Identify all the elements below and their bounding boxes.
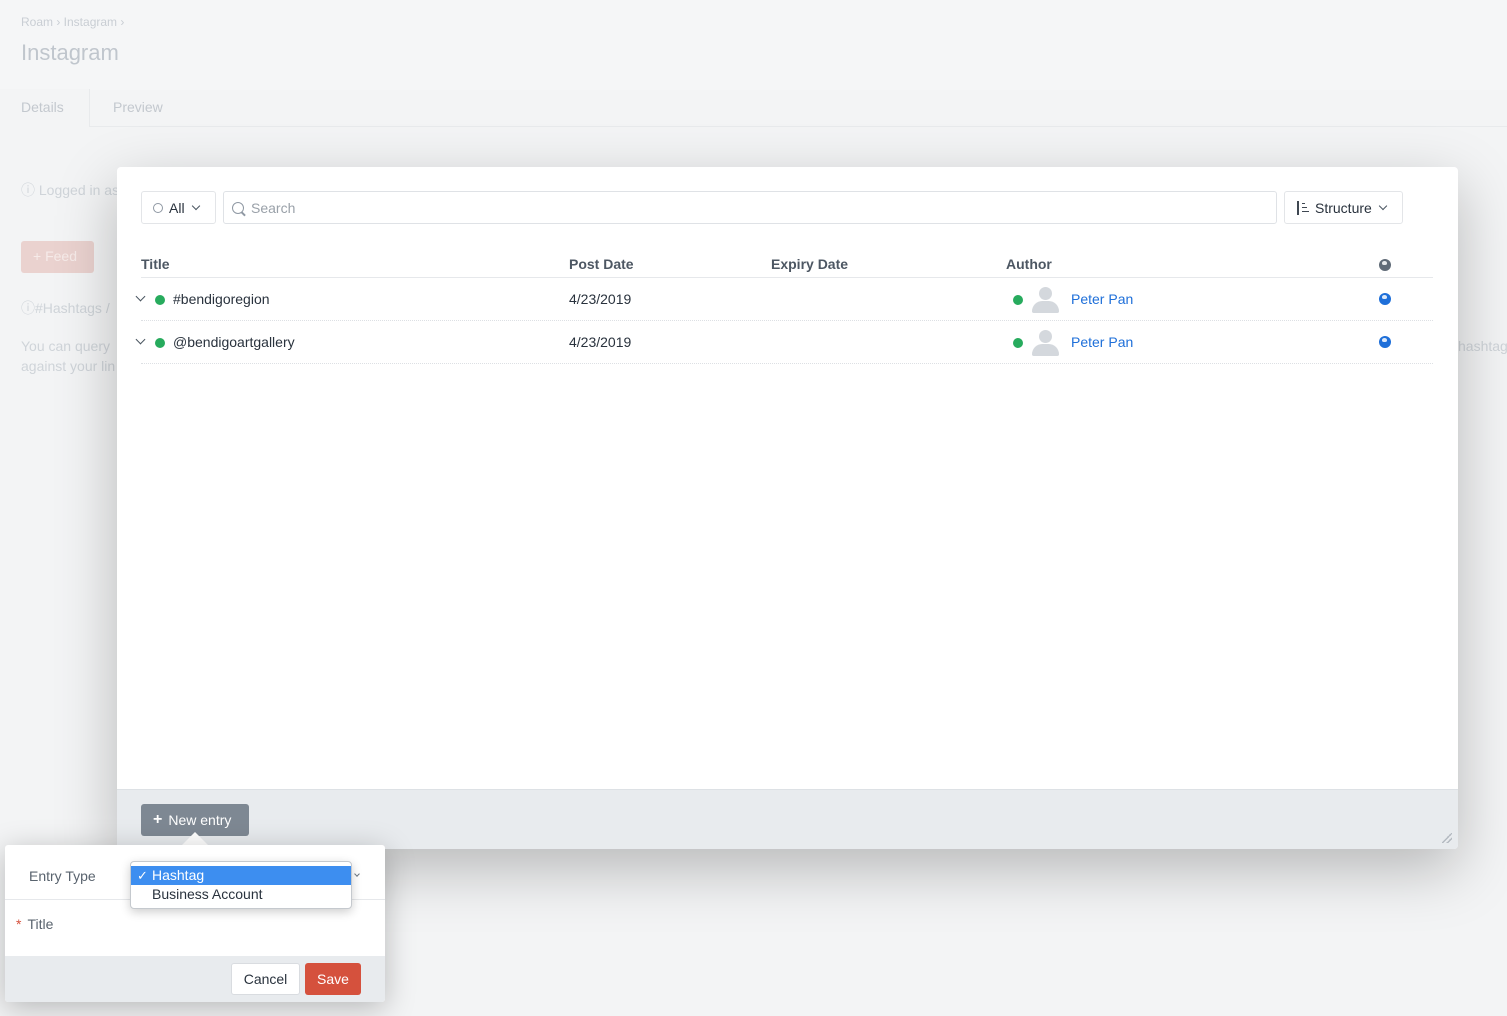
info-text-right: hashtag xyxy=(1458,338,1507,354)
sort-structure-button[interactable]: Structure xyxy=(1284,191,1403,224)
save-button[interactable]: Save xyxy=(305,963,361,995)
table-row[interactable]: #bendigoregion 4/23/2019 Peter Pan xyxy=(135,278,1433,321)
entries-table: Title Post Date Expiry Date Author #bend… xyxy=(135,253,1433,364)
new-entry-label: New entry xyxy=(168,812,232,828)
chevron-down-icon xyxy=(191,201,200,210)
column-post-date[interactable]: Post Date xyxy=(569,256,634,272)
globe-icon xyxy=(1379,259,1391,271)
option-label: Hashtag xyxy=(152,867,205,883)
table-header: Title Post Date Expiry Date Author xyxy=(141,253,1433,278)
plus-icon: + xyxy=(153,811,163,828)
author-status-icon xyxy=(1013,338,1023,348)
tab-preview[interactable]: Preview xyxy=(113,99,163,115)
avatar xyxy=(1030,330,1060,356)
expand-chevron-icon[interactable] xyxy=(135,334,146,345)
add-feed-button[interactable]: + Feed xyxy=(21,241,94,273)
expand-chevron-icon[interactable] xyxy=(135,291,146,302)
column-expiry-date[interactable]: Expiry Date xyxy=(771,256,848,272)
table-row[interactable]: @bendigoartgallery 4/23/2019 Peter Pan xyxy=(135,321,1433,364)
entry-title[interactable]: @bendigoartgallery xyxy=(173,334,295,350)
page-title: Instagram xyxy=(21,40,119,65)
info-text-line1: You can query xyxy=(21,338,110,354)
entry-title[interactable]: #bendigoregion xyxy=(173,291,270,307)
sort-icon xyxy=(1297,200,1309,215)
entry-post-date: 4/23/2019 xyxy=(569,334,632,350)
search-input[interactable] xyxy=(251,199,1251,216)
resize-handle-icon[interactable] xyxy=(1442,833,1452,843)
option-business-account[interactable]: Business Account xyxy=(131,885,351,904)
status-filter-label: All xyxy=(169,199,185,216)
page-tabs: Details Preview xyxy=(0,89,1507,127)
title-field-label: * Title xyxy=(16,916,53,932)
entry-type-label: Entry Type xyxy=(29,868,96,884)
entry-post-date: 4/23/2019 xyxy=(569,291,632,307)
logged-in-text: ⓘ Logged in as xyxy=(21,182,120,198)
modal-footer: + New entry xyxy=(117,789,1458,849)
required-icon: * xyxy=(16,916,22,932)
author-link[interactable]: Peter Pan xyxy=(1071,334,1133,350)
author-status-icon xyxy=(1013,295,1023,305)
hud-pointer xyxy=(182,832,208,845)
avatar xyxy=(1030,287,1060,313)
feed-button-label: Feed xyxy=(45,248,77,264)
logged-in-label: Logged in as xyxy=(38,182,120,198)
checkmark-icon: ✓ xyxy=(137,868,148,883)
column-author[interactable]: Author xyxy=(1006,256,1052,272)
status-filter-button[interactable]: All xyxy=(141,191,216,224)
status-enabled-icon xyxy=(155,295,165,305)
status-circle-icon xyxy=(153,202,163,213)
info-text-line2: against your lin xyxy=(21,358,116,374)
hashtags-text: ⓘ#Hashtags / xyxy=(21,300,110,316)
hashtags-label: #Hashtags / xyxy=(35,300,110,316)
cancel-button[interactable]: Cancel xyxy=(231,963,300,995)
option-hashtag[interactable]: ✓ Hashtag xyxy=(131,866,351,885)
globe-icon xyxy=(1379,293,1391,305)
breadcrumb[interactable]: Roam › Instagram › xyxy=(21,15,124,29)
search-icon xyxy=(232,201,244,214)
element-selector-modal: All Structure Title Post Date Expiry Dat… xyxy=(117,167,1458,849)
structure-label: Structure xyxy=(1315,199,1372,216)
entry-type-select-menu[interactable]: ✓ Hashtag Business Account xyxy=(130,861,352,909)
title-label-text: Title xyxy=(27,916,54,932)
search-box[interactable] xyxy=(223,191,1277,224)
status-enabled-icon xyxy=(155,338,165,348)
tab-details[interactable]: Details xyxy=(0,89,90,127)
modal-toolbar: All Structure xyxy=(141,191,1403,224)
author-link[interactable]: Peter Pan xyxy=(1071,291,1133,307)
option-label: Business Account xyxy=(152,886,263,902)
chevron-down-icon xyxy=(1378,201,1388,210)
column-title[interactable]: Title xyxy=(141,256,170,272)
globe-icon xyxy=(1379,336,1391,348)
hud-footer: Cancel Save xyxy=(5,956,385,1002)
page-header: Roam › Instagram › Instagram xyxy=(0,0,1507,90)
